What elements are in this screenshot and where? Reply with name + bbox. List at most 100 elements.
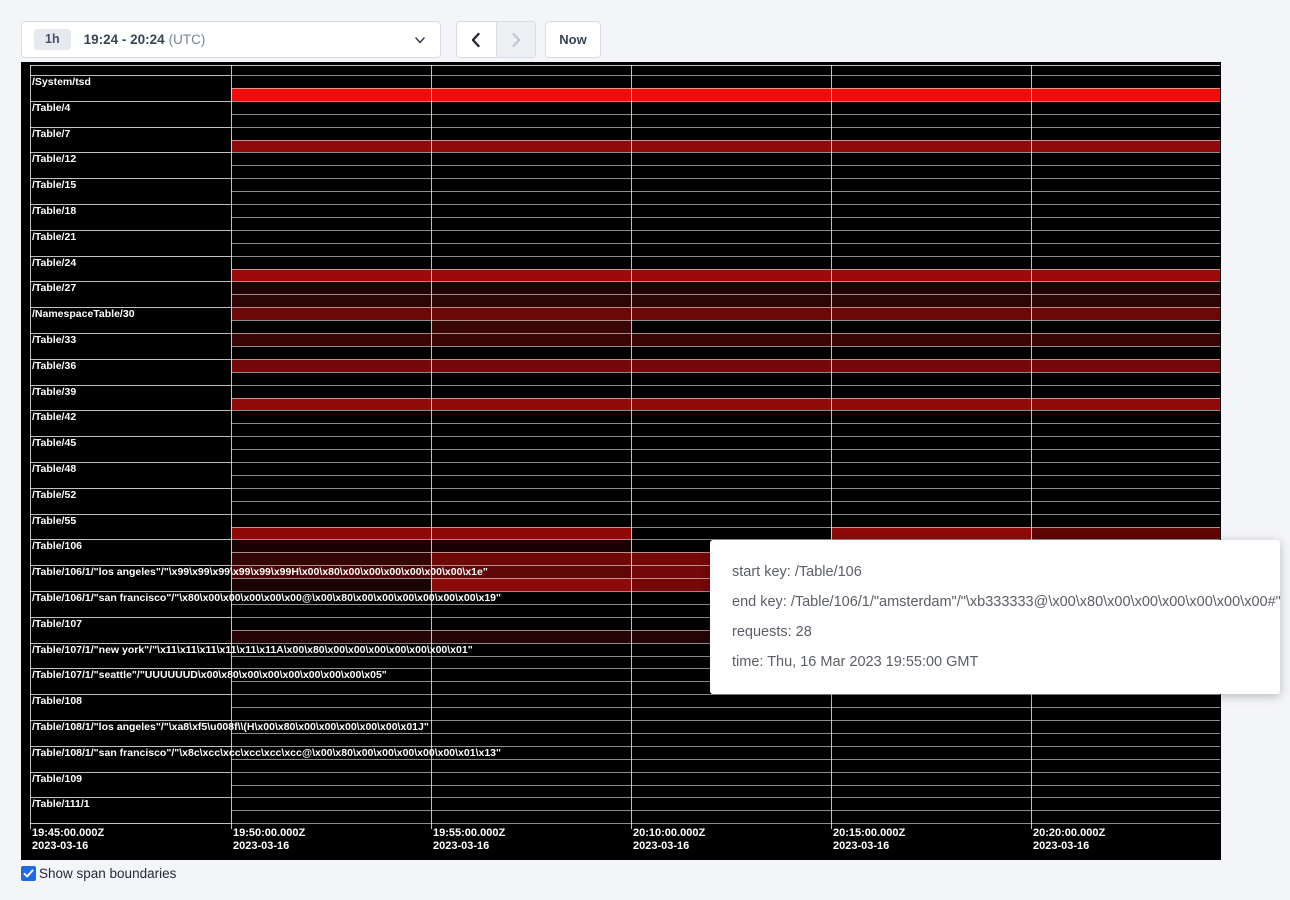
grid-line (231, 114, 1220, 115)
grid-line (231, 475, 1220, 476)
grid-line (231, 733, 1220, 734)
x-axis-time: 20:10:00.000Z (633, 827, 705, 840)
key-visualizer-heatmap[interactable]: /System/tsd/Table/4/Table/7/Table/12/Tab… (21, 62, 1221, 860)
grid-line (231, 152, 1220, 153)
grid-line (231, 823, 1220, 824)
grid-line (231, 88, 1220, 89)
grid-line (231, 359, 1220, 360)
span-label: /Table/24 (32, 257, 76, 269)
span-label: /Table/39 (32, 386, 76, 398)
grid-line (231, 243, 1220, 244)
x-axis-tick (431, 823, 432, 829)
x-axis-date: 2023-03-16 (633, 840, 705, 853)
x-axis-time: 20:20:00.000Z (1033, 827, 1105, 840)
x-axis-label: 19:50:00.000Z2023-03-16 (233, 827, 305, 853)
grid-line (231, 101, 1220, 102)
grid-line (431, 65, 432, 823)
grid-line (231, 707, 1220, 708)
grid-line (231, 410, 1220, 411)
heat-cell[interactable] (231, 527, 431, 540)
span-label: /Table/4 (32, 102, 70, 114)
grid-line (231, 398, 1220, 399)
time-range-text: 19:24 - 20:24(UTC) (84, 32, 206, 47)
tooltip-requests: requests: 28 (732, 624, 1258, 640)
heat-cell[interactable] (431, 320, 631, 333)
span-label: /Table/108/1/"los angeles"/"\xa8\xf5\u00… (32, 721, 429, 733)
grid-line (231, 320, 1220, 321)
grid-line (231, 385, 1220, 386)
heat-cell[interactable] (231, 578, 431, 591)
span-label: /Table/109 (32, 773, 82, 785)
grid-line (231, 204, 1220, 205)
heat-band[interactable] (231, 307, 1220, 320)
span-label: /Table/107 (32, 618, 82, 630)
grid-line (1031, 65, 1032, 823)
heat-cell[interactable] (431, 552, 631, 565)
next-time-button[interactable] (496, 22, 536, 57)
heat-cell[interactable] (831, 527, 1031, 540)
x-axis-date: 2023-03-16 (233, 840, 305, 853)
heat-band[interactable] (231, 269, 1220, 282)
x-axis-time: 19:55:00.000Z (433, 827, 505, 840)
grid-line (231, 527, 1220, 528)
heat-band[interactable] (231, 333, 1220, 346)
x-axis-date: 2023-03-16 (1033, 840, 1105, 853)
x-axis-date: 2023-03-16 (32, 840, 104, 853)
heat-band[interactable] (231, 294, 1220, 307)
heat-cell[interactable] (431, 539, 631, 552)
span-label: /Table/12 (32, 153, 76, 165)
heat-band[interactable] (231, 140, 1220, 153)
chevron-down-icon (414, 34, 426, 46)
grid-line (231, 269, 1220, 270)
footer: Show span boundaries (21, 866, 176, 881)
time-nav-buttons (456, 21, 536, 58)
span-label: /Table/7 (32, 128, 70, 140)
grid-line (231, 178, 1220, 179)
grid-line (231, 694, 1220, 695)
heat-band[interactable] (231, 281, 1220, 294)
heat-band[interactable] (231, 359, 1220, 372)
show-span-boundaries-checkbox[interactable] (21, 866, 36, 881)
grid-line (30, 65, 31, 823)
grid-line (231, 65, 232, 823)
heat-cell[interactable] (1031, 527, 1220, 540)
grid-line (231, 165, 1220, 166)
heat-cell[interactable] (231, 552, 431, 565)
heat-cell[interactable] (231, 539, 431, 552)
span-label: /Table/45 (32, 437, 76, 449)
time-range-dropdown[interactable]: 1h 19:24 - 20:24(UTC) (21, 21, 441, 58)
heat-cell[interactable] (431, 527, 631, 540)
grid-line (231, 488, 1220, 489)
grid-line (231, 372, 1220, 373)
heat-band[interactable] (231, 88, 1220, 101)
grid-line (231, 230, 1220, 231)
grid-line (631, 65, 632, 823)
tooltip-time: time: Thu, 16 Mar 2023 19:55:00 GMT (732, 654, 1258, 670)
time-preset-badge: 1h (34, 29, 71, 50)
x-axis-tick (231, 823, 232, 829)
prev-time-button[interactable] (457, 22, 496, 57)
heat-cell[interactable] (431, 578, 631, 591)
grid-line (231, 797, 1220, 798)
span-label: /Table/106 (32, 540, 82, 552)
heatmap-tooltip: start key: /Table/106 end key: /Table/10… (710, 540, 1280, 694)
x-axis-tick (831, 823, 832, 829)
now-button[interactable]: Now (545, 21, 601, 58)
grid-line (231, 191, 1220, 192)
grid-line (231, 346, 1220, 347)
tooltip-start-key: start key: /Table/106 (732, 564, 1258, 580)
span-label: /Table/108/1/"san francisco"/"\x8c\xcc\x… (32, 747, 501, 759)
span-label: /Table/27 (32, 282, 76, 294)
toolbar: 1h 19:24 - 20:24(UTC) Now (0, 0, 1290, 62)
grid-line (231, 217, 1220, 218)
heat-band[interactable] (231, 398, 1220, 411)
span-label: /Table/52 (32, 489, 76, 501)
grid-line (231, 785, 1220, 786)
x-axis-tick (1031, 823, 1032, 829)
show-span-boundaries-label: Show span boundaries (39, 866, 176, 881)
grid-line (231, 449, 1220, 450)
x-axis-date: 2023-03-16 (833, 840, 905, 853)
grid-line (231, 501, 1220, 502)
x-axis-time: 20:15:00.000Z (833, 827, 905, 840)
time-range-value: 19:24 - 20:24 (84, 32, 165, 47)
